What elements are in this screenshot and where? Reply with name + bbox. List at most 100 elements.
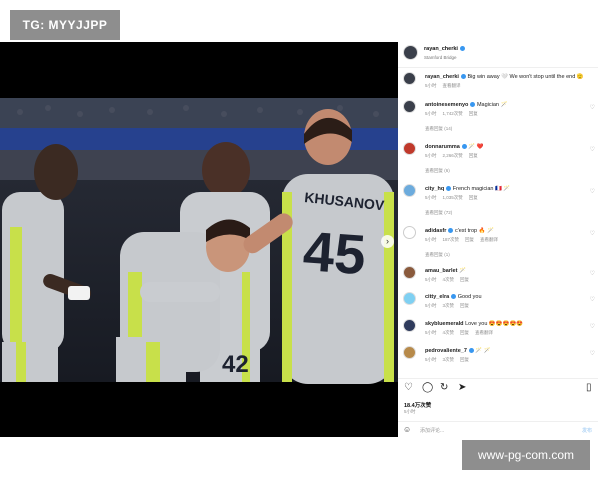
shirt-number-42: 42 <box>222 351 249 378</box>
view-replies-link[interactable]: 查看回复 (72) <box>425 210 452 216</box>
post-side-panel: rayan_cherki Stamford Bridge rayan_cherk… <box>398 42 598 439</box>
comment-username[interactable]: skybluemerald <box>425 321 464 327</box>
verified-icon <box>470 102 476 108</box>
comment-text: 🪄 🪄 <box>475 348 491 354</box>
watermark-top: TG: MYYJJPP <box>10 10 120 40</box>
verified-icon <box>451 294 457 300</box>
heart-icon[interactable]: ♡ <box>590 230 595 237</box>
avatar[interactable] <box>403 292 416 305</box>
emoji-icon[interactable]: ☺ <box>403 425 411 434</box>
verified-icon <box>446 186 452 192</box>
comment-username[interactable]: rayan_cherki <box>425 74 459 80</box>
shirt-number-45: 45 <box>301 219 368 286</box>
heart-icon[interactable]: ♡ <box>590 104 595 111</box>
reply-link[interactable]: 回复 <box>460 277 469 282</box>
comment-time: 5小时 <box>425 195 437 200</box>
reply-link[interactable]: 回复 <box>460 330 469 335</box>
comment-item: donnarumma 🪄 ❤️ 5小时 2,266次赞 回复 ♡ 查看回复 (6) <box>398 142 598 180</box>
comment-time: 5小时 <box>425 357 437 362</box>
like-count[interactable]: 4次赞 <box>443 277 455 282</box>
avatar[interactable] <box>403 266 416 279</box>
like-count[interactable]: 3次赞 <box>443 303 455 308</box>
post-time: 5小时 <box>404 409 416 414</box>
post-actions: ♡ ◯ ↻ ➤ ▯ 18.4万次赞 5小时 ☺ 添加评论... 发布 <box>398 378 598 439</box>
comment-username[interactable]: citty_elra <box>425 294 449 300</box>
avatar[interactable] <box>403 184 416 197</box>
comment-username[interactable]: city_hq <box>425 186 444 192</box>
avatar[interactable] <box>403 319 416 332</box>
comment-username[interactable]: adidasfr <box>425 228 446 234</box>
like-count[interactable]: 2,266次赞 <box>443 153 463 158</box>
avatar[interactable] <box>403 72 416 85</box>
comment-text: 🪄 ❤️ <box>468 144 484 150</box>
view-replies-link[interactable]: 查看回复 (6) <box>425 168 450 174</box>
location-label[interactable]: Stamford Bridge <box>424 55 457 60</box>
reply-link[interactable]: 回复 <box>469 111 478 116</box>
avatar[interactable] <box>403 346 416 359</box>
share-icon[interactable]: ➤ <box>458 383 466 393</box>
comment-input[interactable]: 添加评论... <box>420 427 444 434</box>
translate-link[interactable]: 查看翻译 <box>480 237 498 242</box>
heart-icon[interactable]: ♡ <box>404 383 413 393</box>
reply-link[interactable]: 回复 <box>469 153 478 158</box>
verified-icon <box>461 144 467 150</box>
heart-icon[interactable]: ♡ <box>590 146 595 153</box>
view-replies-link[interactable]: 查看回复 (14) <box>425 126 452 132</box>
like-count[interactable]: 3次赞 <box>443 357 455 362</box>
comment-username[interactable]: donnarumma <box>425 144 460 150</box>
comment-text: Love you 😍😍😍😍😍 <box>465 321 524 327</box>
reply-link[interactable]: 回复 <box>469 195 478 200</box>
comment-username[interactable]: pedrovaliente_7 <box>425 348 467 354</box>
comment-item: antoinesemenyo Magician 🪄 5小时 1,742次赞 回复 ♡… <box>398 100 598 138</box>
instagram-post: KHUSANOV 45 42 › rayan_cherki Stamford B… <box>0 42 598 440</box>
reply-link[interactable]: 回复 <box>465 237 474 242</box>
heart-icon[interactable]: ♡ <box>590 270 595 277</box>
comment-text: 🪄 <box>458 268 466 274</box>
heart-icon[interactable]: ♡ <box>590 296 595 303</box>
verified-icon <box>448 228 454 234</box>
football-celebration-image: KHUSANOV 45 42 <box>0 42 398 437</box>
avatar[interactable] <box>403 100 416 113</box>
comment-username[interactable]: antoinesemenyo <box>425 102 468 108</box>
repost-icon[interactable]: ↻ <box>440 383 448 393</box>
chevron-right-icon[interactable]: › <box>381 235 394 248</box>
comment-text: Magician 🪄 <box>476 102 508 108</box>
translate-link[interactable]: 查看翻译 <box>475 330 493 335</box>
translate-link[interactable]: 查看翻译 <box>443 83 461 88</box>
comment-time: 5小时 <box>425 277 437 282</box>
author-username[interactable]: rayan_cherki <box>424 46 458 52</box>
post-header: rayan_cherki Stamford Bridge <box>398 42 598 68</box>
like-count[interactable]: 4次赞 <box>443 330 455 335</box>
bookmark-icon[interactable]: ▯ <box>586 383 592 393</box>
like-count[interactable]: 1,035次赞 <box>443 195 463 200</box>
verified-icon <box>460 74 466 80</box>
heart-icon[interactable]: ♡ <box>590 188 595 195</box>
comment-icon[interactable]: ◯ <box>422 383 433 393</box>
post-photo: KHUSANOV 45 42 › <box>0 42 398 437</box>
comment-time: 5小时 <box>425 111 437 116</box>
comment-text: Big win away 🤍 We won't stop until the e… <box>467 74 584 80</box>
comment-text: French magician 🇫🇷 🪄 <box>452 186 511 192</box>
heart-icon[interactable]: ♡ <box>590 323 595 330</box>
verified-icon <box>459 46 465 52</box>
post-comment-button[interactable]: 发布 <box>582 427 592 434</box>
heart-icon[interactable]: ♡ <box>590 350 595 357</box>
comment-time: 5小时 <box>425 237 437 242</box>
avatar[interactable] <box>403 226 416 239</box>
comment-time: 5小时 <box>425 330 437 335</box>
view-replies-link[interactable]: 查看回复 (1) <box>425 252 450 258</box>
comment-text: c'est trop 🔥 🪄 <box>454 228 494 234</box>
like-count[interactable]: 1,742次赞 <box>443 111 463 116</box>
comment-time: 5小时 <box>425 83 437 88</box>
comment-item: city_hq French magician 🇫🇷 🪄 5小时 1,035次赞 回… <box>398 184 598 222</box>
watermark-bottom: www-pg-com.com <box>462 440 590 470</box>
comment-item: adidasfr c'est trop 🔥 🪄 5小时 187次赞 回复 查看翻译 ♡… <box>398 226 598 264</box>
like-count[interactable]: 187次赞 <box>443 237 460 242</box>
comment-username[interactable]: amau_barlet <box>425 268 457 274</box>
reply-link[interactable]: 回复 <box>460 357 469 362</box>
author-avatar[interactable] <box>403 45 418 60</box>
add-comment-bar: ☺ 添加评论... 发布 <box>398 421 598 438</box>
likes-count[interactable]: 18.4万次赞 <box>404 401 431 409</box>
reply-link[interactable]: 回复 <box>460 303 469 308</box>
avatar[interactable] <box>403 142 416 155</box>
